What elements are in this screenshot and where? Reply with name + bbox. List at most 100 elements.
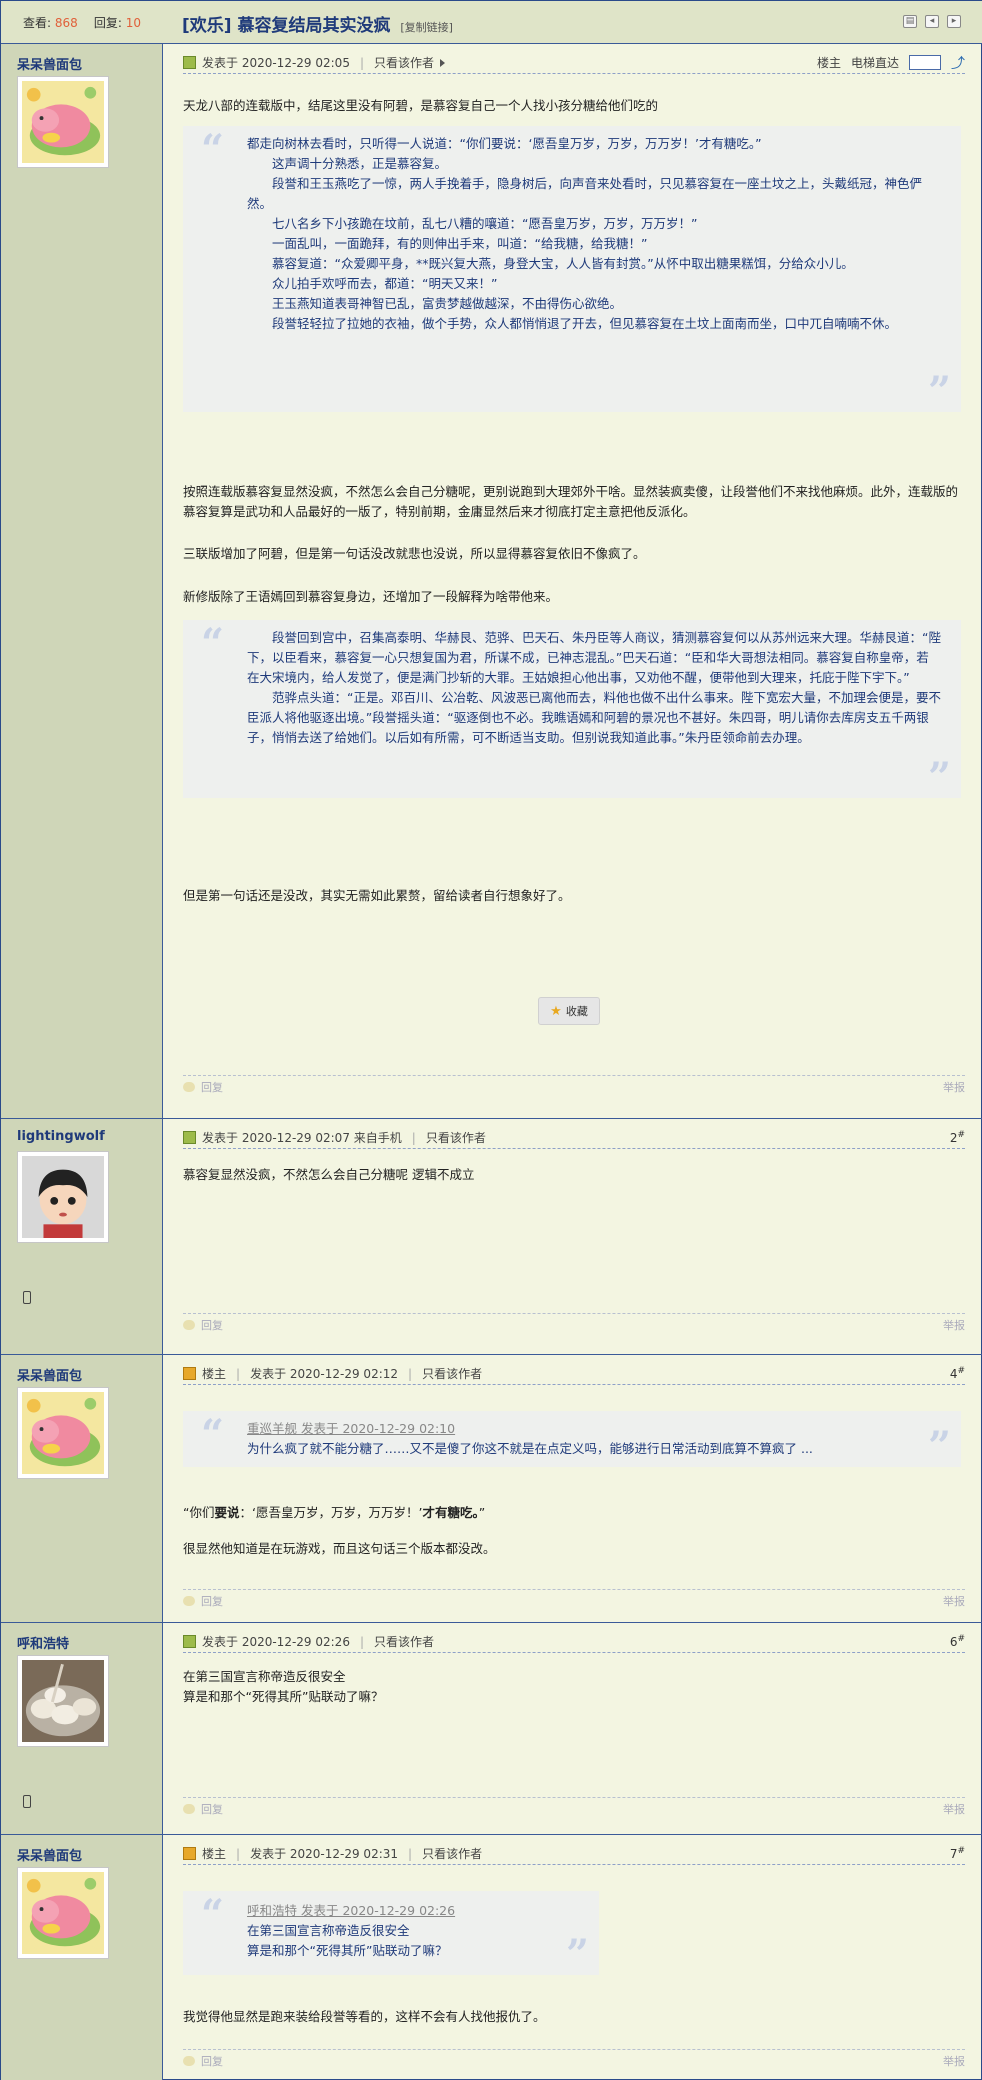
post-content: 我觉得他显然是跑来装给段誉等看的，这样不会有人找他报仇了。 [183, 2009, 546, 2024]
quote-line: 七八名乡下小孩跪在坟前，乱七八糟的嚷道：“愿吾皇万岁，万岁，万万岁！” [247, 216, 698, 231]
open-quote-icon: “ [201, 1411, 225, 1458]
open-quote-icon: “ [201, 620, 225, 667]
post-2: lightingwolf 发表于 2020-12-29 02:07 来自手机 |… [1, 1119, 982, 1355]
report-link[interactable]: 举报 [943, 1593, 965, 1609]
reply-icon[interactable] [183, 1319, 195, 1330]
post-intro: 天龙八部的连载版中，结尾这里没有阿碧，是慕容复自己一个人找小孩分糖给他们吃的 [183, 98, 659, 113]
post-footer: 回复 举报 [183, 1797, 965, 1819]
author-name[interactable]: lightingwolf [17, 1129, 105, 1144]
online-status-icon [183, 1635, 196, 1648]
post-content-line: 很显然他知道是在玩游戏，而且这句话三个版本都没改。 [183, 1541, 496, 1556]
only-author-link[interactable]: 只看该作者 [374, 1633, 434, 1650]
prev-thread-icon[interactable]: ◂ [925, 15, 939, 28]
thread-starter-label: 楼主 [202, 1367, 227, 1381]
post-meta: 发表于 2020-12-29 02:07 来自手机 | 只看该作者 2# [183, 1127, 965, 1149]
thread-starter-label: 楼主 [202, 1847, 227, 1861]
meta-separator: | [359, 1634, 364, 1649]
post-time: 发表于 2020-12-29 02:05 [202, 56, 350, 70]
post-footer: 回复 举报 [183, 1075, 965, 1097]
post-paragraph: 新修版除了王语嫣回到慕容复身边，还增加了一段解释为啥带他来。 [183, 589, 559, 604]
reply-icon[interactable] [183, 1803, 195, 1814]
replies-count: 10 [125, 16, 141, 30]
report-link[interactable]: 举报 [943, 1079, 965, 1095]
star-icon: ★ [550, 1003, 562, 1019]
quote-line: 都走向树林去看时，只听得一人说道：“你们要说：‘愿吾皇万岁，万岁，万万岁！’才有… [247, 136, 762, 151]
bold-text: 才有糖吃。 [422, 1505, 479, 1520]
reply-link[interactable]: 回复 [201, 1801, 223, 1817]
meta-separator: | [408, 1846, 413, 1861]
avatar[interactable] [17, 76, 109, 168]
quote-line: 范骅点头道：“正是。邓百川、公冶乾、风波恶已离他而去，料他也做不出什么事来。陛下… [247, 690, 941, 745]
reply-link[interactable]: 回复 [201, 1593, 223, 1609]
floor-number[interactable]: 4# [950, 1366, 965, 1381]
only-author-link[interactable]: 只看该作者 [422, 1845, 482, 1862]
quote-line: 王玉燕知道表哥神智已乱，富贵梦越做越深，不由得伤心欲绝。 [247, 296, 623, 311]
avatar[interactable] [17, 1387, 109, 1479]
views-label: 查看: [23, 16, 52, 30]
author-name[interactable]: 呆呆兽面包 [17, 1845, 82, 1864]
copy-link-button[interactable]: [复制链接] [400, 21, 453, 34]
print-icon[interactable]: ▤ [903, 15, 917, 28]
post-meta: 楼主 | 发表于 2020-12-29 02:31 | 只看该作者 7# [183, 1843, 965, 1865]
avatar-pink-creature-image [22, 1872, 104, 1954]
post-1: 呆呆兽面包 发表于 2020-12-29 02:05 | 只看该作者 楼主 电梯… [1, 44, 982, 1119]
post-meta: 楼主 | 发表于 2020-12-29 02:12 | 只看该作者 4# [183, 1363, 965, 1385]
quote-line: 段誉回到宫中，召集高泰明、华赫艮、范骅、巴天石、朱丹臣等人商议，猜测慕容复何以从… [247, 630, 941, 685]
post-paragraph: 三联版增加了阿碧，但是第一句话没改就悲也没说，所以显得慕容复依旧不像疯了。 [183, 546, 646, 561]
close-quote-icon: ” [565, 1931, 589, 1978]
blockquote: “ 重巡羊舰 发表于 2020-12-29 02:10 为什么疯了就不能分糖了…… [183, 1411, 961, 1467]
meta-right: 7# [950, 1846, 965, 1861]
thread-title: [欢乐] 慕容复结局其实没疯 [复制链接] [182, 11, 453, 36]
favorite-button[interactable]: ★ 收藏 [538, 997, 600, 1025]
avatar[interactable] [17, 1655, 109, 1747]
jump-go-icon[interactable]: ⤴ [951, 53, 965, 73]
post-4: 呼和浩特 发表于 2020-12-29 02:26 | 只看该作者 6# 在第三… [1, 1623, 982, 1835]
meta-right: 楼主 电梯直达 ⤴ [817, 53, 965, 73]
open-quote-icon: “ [201, 126, 225, 173]
thread-starter-icon [183, 1367, 196, 1380]
avatar-pink-creature-image [22, 81, 104, 163]
reply-icon[interactable] [183, 1595, 195, 1606]
close-quote-icon: ” [927, 368, 951, 415]
quote-author-time[interactable]: 重巡羊舰 发表于 2020-12-29 02:10 [247, 1419, 941, 1439]
thread-stats: 查看: 868 回复: 10 [1, 1, 163, 44]
reply-link[interactable]: 回复 [201, 2053, 223, 2069]
quote-line: 一面乱叫，一面跪拜，有的则伸出手来，叫道：“给我糖，给我糖！” [247, 236, 648, 251]
post-content: 慕容复显然没疯，不然怎么会自己分糖呢 逻辑不成立 [183, 1167, 475, 1182]
author-name[interactable]: 呆呆兽面包 [17, 1365, 82, 1384]
replies-label: 回复: [93, 16, 122, 30]
caret-right-icon[interactable] [440, 58, 446, 67]
floor-number[interactable]: 7# [950, 1846, 965, 1861]
quote-author-time[interactable]: 呼和浩特 发表于 2020-12-29 02:26 [247, 1901, 579, 1921]
report-link[interactable]: 举报 [943, 2053, 965, 2069]
author-name[interactable]: 呼和浩特 [17, 1633, 69, 1652]
report-link[interactable]: 举报 [943, 1317, 965, 1333]
jump-floor-input[interactable] [909, 55, 941, 70]
close-quote-icon: ” [927, 754, 951, 801]
author-name[interactable]: 呆呆兽面包 [17, 54, 82, 73]
reply-link[interactable]: 回复 [201, 1317, 223, 1333]
meta-right: 2# [950, 1130, 965, 1145]
avatar[interactable] [17, 1151, 109, 1243]
report-link[interactable]: 举报 [943, 1801, 965, 1817]
post-footer: 回复 举报 [183, 1589, 965, 1611]
header-tools: ▤ ◂ ▸ [903, 15, 961, 28]
thread-starter-icon [183, 1847, 196, 1860]
post-content-line: 算是和那个“死得其所”贴联动了嘛？ [183, 1689, 384, 1704]
reply-icon[interactable] [183, 2055, 195, 2066]
reply-link[interactable]: 回复 [201, 1079, 223, 1095]
floor-number[interactable]: 6# [950, 1634, 965, 1649]
floor-number[interactable]: 2# [950, 1130, 965, 1145]
only-author-link[interactable]: 只看该作者 [374, 54, 434, 71]
avatar-pink-creature-image [22, 1392, 104, 1474]
post-3: 呆呆兽面包 楼主 | 发表于 2020-12-29 02:12 | 只看该作者 … [1, 1355, 982, 1623]
only-author-link[interactable]: 只看该作者 [422, 1365, 482, 1382]
next-thread-icon[interactable]: ▸ [947, 15, 961, 28]
reply-icon[interactable] [183, 1081, 195, 1092]
avatar[interactable] [17, 1867, 109, 1959]
open-quote-icon: “ [201, 1891, 225, 1938]
quote-line: 慕容复道：“众爱卿平身，**既兴复大燕，身登大宝，人人皆有封赏。”从怀中取出糖果… [247, 256, 854, 271]
only-author-link[interactable]: 只看该作者 [426, 1129, 486, 1146]
thread-header: 查看: 868 回复: 10 [欢乐] 慕容复结局其实没疯 [复制链接] ▤ ◂… [1, 1, 982, 44]
post-time: 发表于 2020-12-29 02:07 来自手机 [202, 1131, 402, 1145]
